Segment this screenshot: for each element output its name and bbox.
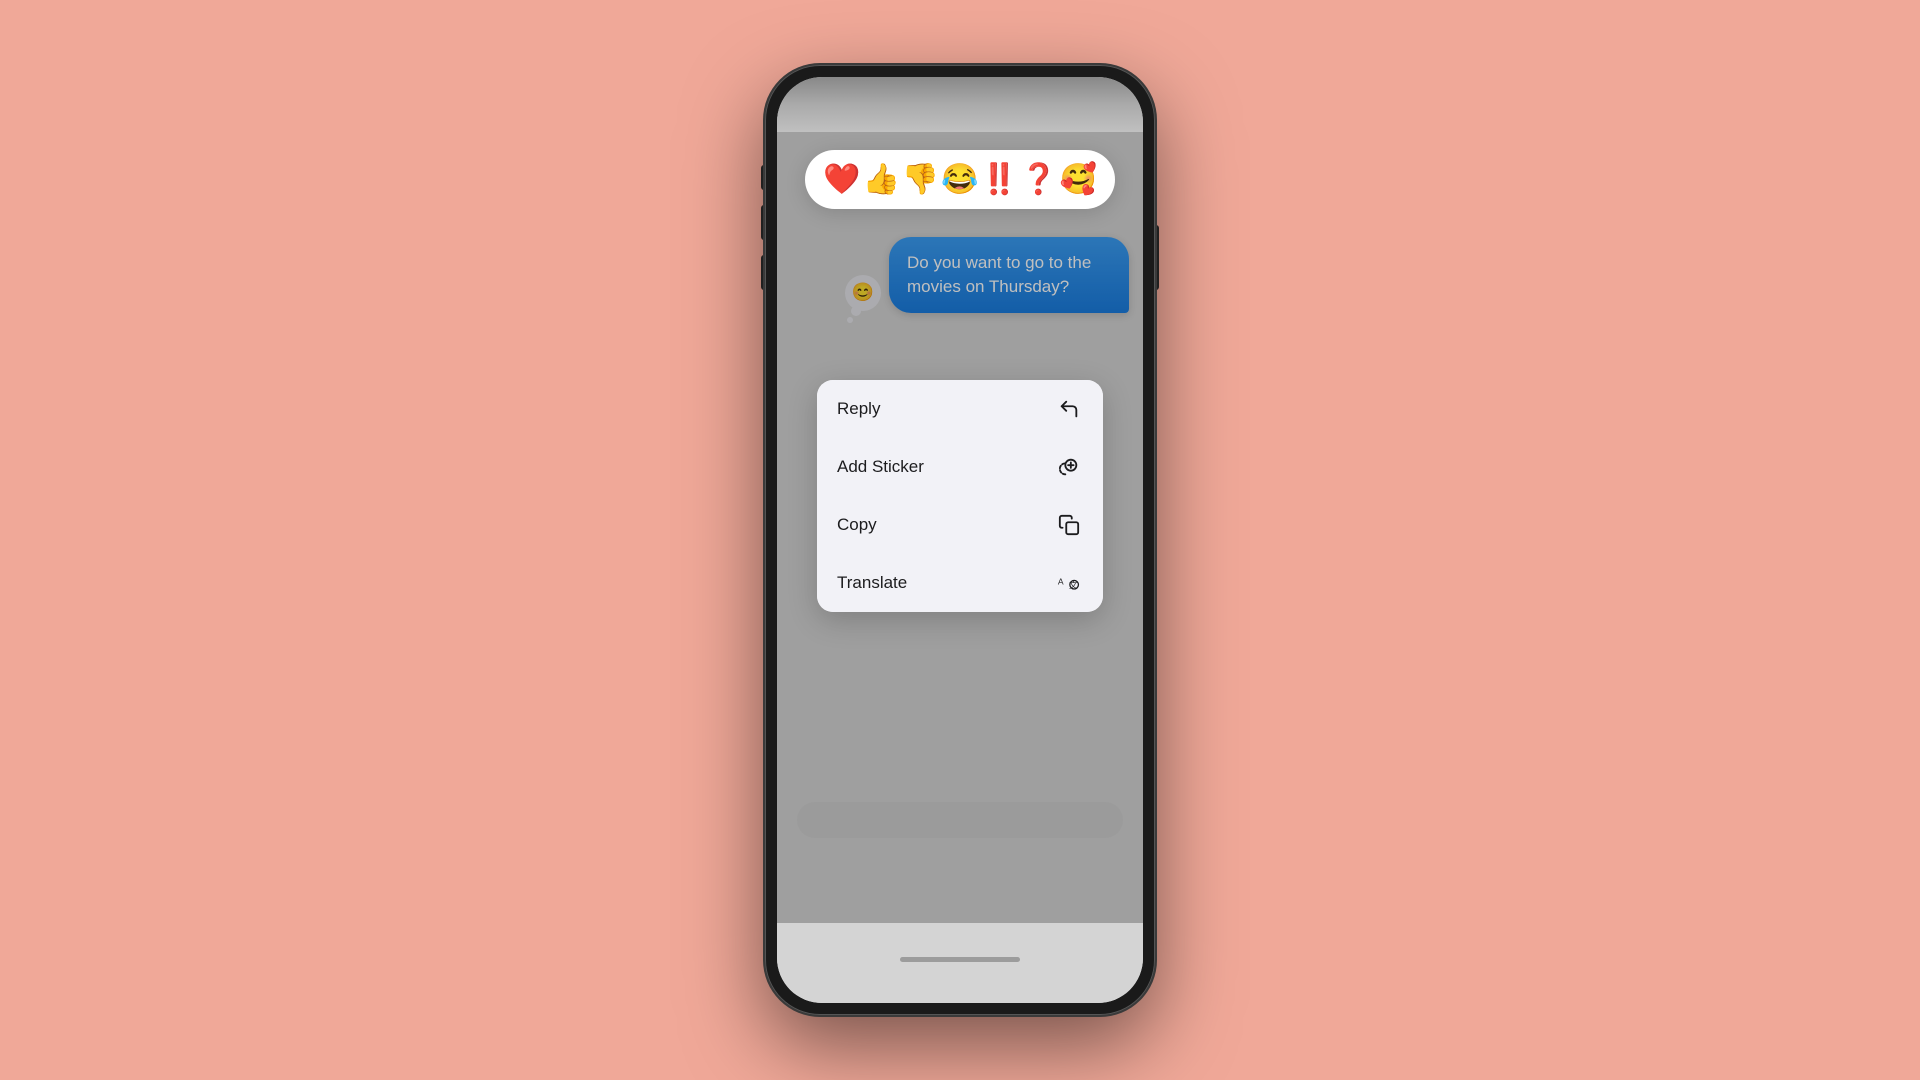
reaction-thumbsup[interactable]: 👍 [862, 162, 899, 197]
reaction-thumbsdown[interactable]: 👎 [902, 162, 939, 197]
reaction-question[interactable]: ❓ [1020, 162, 1057, 197]
reaction-bar: ❤️ 👍 👎 😂 ‼️ ❓ 🥰 [805, 150, 1115, 209]
home-indicator [900, 957, 1020, 962]
phone-screen: ❤️ 👍 👎 😂 ‼️ ❓ 🥰 😊 Do you want [777, 77, 1143, 1003]
reaction-heart[interactable]: ❤️ [823, 162, 860, 197]
menu-item-add-sticker[interactable]: Add Sticker [817, 438, 1103, 496]
add-sticker-icon [1055, 453, 1083, 481]
screen-bottom [777, 923, 1143, 1003]
copy-label: Copy [837, 515, 877, 535]
svg-text:A: A [1058, 577, 1064, 587]
reaction-exclamation[interactable]: ‼️ [981, 162, 1018, 197]
screen-content: ❤️ 👍 👎 😂 ‼️ ❓ 🥰 😊 Do you want [777, 132, 1143, 923]
menu-item-reply[interactable]: Reply [817, 380, 1103, 438]
add-sticker-label: Add Sticker [837, 457, 924, 477]
phone-wrapper: ❤️ 👍 👎 😂 ‼️ ❓ 🥰 😊 Do you want [765, 65, 1155, 1015]
context-menu: Reply Add Sticker [817, 380, 1103, 612]
translate-icon: A 文 [1055, 569, 1083, 597]
reaction-haha[interactable]: 😂 [941, 162, 978, 197]
power-button[interactable] [1155, 225, 1159, 290]
menu-item-copy[interactable]: Copy [817, 496, 1103, 554]
translate-label: Translate [837, 573, 907, 593]
phone-frame: ❤️ 👍 👎 😂 ‼️ ❓ 🥰 😊 Do you want [765, 65, 1155, 1015]
copy-icon [1055, 511, 1083, 539]
status-bar [777, 77, 1143, 132]
reaction-heart-eyes[interactable]: 🥰 [1060, 162, 1097, 197]
menu-item-translate[interactable]: Translate A 文 [817, 554, 1103, 612]
reply-label: Reply [837, 399, 880, 419]
reply-icon [1055, 395, 1083, 423]
